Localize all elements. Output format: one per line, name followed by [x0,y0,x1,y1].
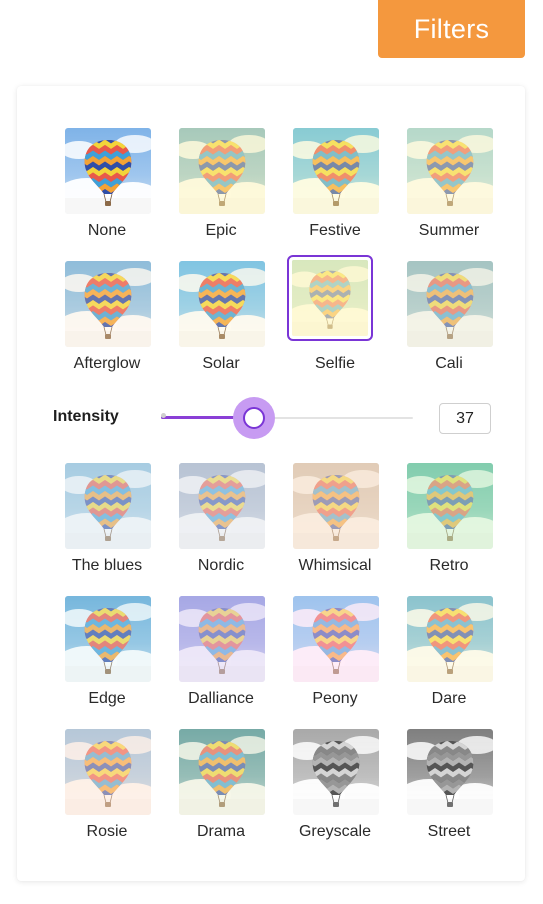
balloon-preview-image [179,128,265,214]
filter-tile-nordic[interactable]: Nordic [172,463,270,575]
filter-label: Drama [196,823,245,840]
balloon-preview-image [407,261,493,347]
filter-tile-whimsical[interactable]: Whimsical [286,463,384,575]
filter-label: None [87,222,127,239]
balloon-preview-image [293,596,379,682]
filter-label: Summer [418,222,480,239]
filter-tile-none[interactable]: None [58,128,156,240]
filters-tab-label: Filters [413,13,490,44]
filter-thumbnail-frame [407,128,493,214]
filter-label: Retro [429,557,469,574]
filter-thumbnail-frame [65,729,151,815]
filter-tile-afterglow[interactable]: Afterglow [58,261,156,373]
filter-thumbnail-frame [179,729,265,815]
balloon-preview-image [65,128,151,214]
balloon-preview-image [293,463,379,549]
intensity-label: Intensity [53,408,119,425]
filter-tile-retro[interactable]: Retro [400,463,498,575]
filter-thumbnail-frame [65,463,151,549]
filter-tile-dalliance[interactable]: Dalliance [172,596,270,708]
filters-tab[interactable]: Filters [378,0,525,58]
balloon-preview-image [407,128,493,214]
filter-thumbnail-frame [179,596,265,682]
filter-tile-dare[interactable]: Dare [400,596,498,708]
filter-thumbnail-frame [293,596,379,682]
filter-label: Whimsical [298,557,372,574]
balloon-preview-image [65,261,151,347]
slider-thumb[interactable] [243,407,265,429]
filter-thumbnail-frame [179,261,265,347]
balloon-preview-image [65,596,151,682]
balloon-preview-image [65,729,151,815]
filter-tile-rosie[interactable]: Rosie [58,729,156,841]
filter-label: Peony [312,690,358,707]
balloon-preview-image [293,729,379,815]
filter-thumbnail-frame [293,463,379,549]
filter-thumbnail-frame [407,463,493,549]
balloon-preview-image [292,260,368,336]
balloon-preview-image [179,596,265,682]
filter-tile-festive[interactable]: Festive [286,128,384,240]
slider-start-dot [161,413,166,418]
filter-tile-the-blues[interactable]: The blues [58,463,156,575]
filter-label: Solar [202,355,240,372]
intensity-value-input[interactable] [439,403,491,434]
filter-label: Afterglow [73,355,141,372]
selected-filter-frame [287,255,373,341]
filter-label: Rosie [86,823,128,840]
balloon-preview-image [179,463,265,549]
filter-tile-peony[interactable]: Peony [286,596,384,708]
filter-label: Dare [431,690,467,707]
filter-tile-edge[interactable]: Edge [58,596,156,708]
balloon-preview-image [407,729,493,815]
filter-label: Dalliance [188,690,254,707]
filter-tile-greyscale[interactable]: Greyscale [286,729,384,841]
filter-tile-street[interactable]: Street [400,729,498,841]
filter-tile-epic[interactable]: Epic [172,128,270,240]
balloon-preview-image [179,261,265,347]
filter-thumbnail-frame [179,463,265,549]
filter-label: Selfie [314,355,356,372]
filter-tile-selfie[interactable]: Selfie [286,255,384,373]
filter-tile-solar[interactable]: Solar [172,261,270,373]
balloon-preview-image [65,463,151,549]
filter-label: Cali [435,355,463,372]
filter-thumbnail-frame [407,596,493,682]
filter-thumbnail-frame [407,261,493,347]
filter-tile-summer[interactable]: Summer [400,128,498,240]
filter-thumbnail-frame [65,261,151,347]
balloon-preview-image [407,463,493,549]
filter-label: Festive [309,222,361,239]
balloon-preview-image [407,596,493,682]
filter-thumbnail-frame [407,729,493,815]
filters-panel: None Epic Festive Summer Afterglow Solar… [17,86,525,881]
balloon-preview-image [293,128,379,214]
balloon-preview-image [179,729,265,815]
filter-thumbnail-frame [65,128,151,214]
filter-tile-cali[interactable]: Cali [400,261,498,373]
filter-label: Street [427,823,471,840]
filter-label: Edge [88,690,126,707]
filter-thumbnail-frame [293,128,379,214]
filter-label: Epic [205,222,237,239]
filter-thumbnail-frame [65,596,151,682]
filter-thumbnail-frame [293,729,379,815]
filter-label: The blues [71,557,143,574]
filter-label: Greyscale [298,823,372,840]
intensity-slider[interactable] [161,397,413,439]
filter-thumbnail-frame [179,128,265,214]
filter-tile-drama[interactable]: Drama [172,729,270,841]
filter-label: Nordic [197,557,245,574]
